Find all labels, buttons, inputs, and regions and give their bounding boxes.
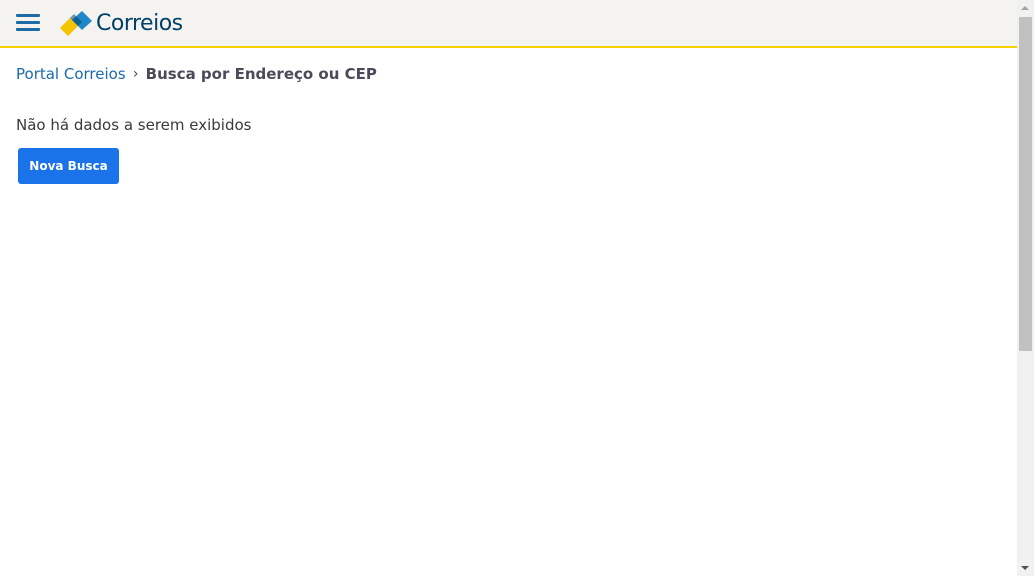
page-viewport: Correios Portal Correios › Busca por End… — [0, 0, 1017, 576]
scroll-up-arrow-icon[interactable] — [1017, 0, 1034, 17]
menu-bar-line — [16, 21, 40, 24]
menu-bar-line — [16, 28, 40, 31]
scroll-down-arrow-icon[interactable] — [1017, 559, 1034, 576]
chevron-right-icon: › — [132, 66, 139, 82]
breadcrumb: Portal Correios › Busca por Endereço ou … — [16, 64, 377, 84]
top-header: Correios — [0, 0, 1017, 48]
scrollbar-thumb[interactable] — [1019, 17, 1032, 351]
logo-wordmark: Correios — [96, 11, 183, 36]
correios-logo[interactable]: Correios — [58, 9, 183, 39]
breadcrumb-home-link[interactable]: Portal Correios — [16, 64, 126, 84]
breadcrumb-current: Busca por Endereço ou CEP — [145, 65, 377, 83]
menu-bar-line — [16, 14, 40, 17]
new-search-button[interactable]: Nova Busca — [18, 148, 119, 184]
hamburger-menu-icon[interactable] — [16, 14, 40, 32]
no-data-message: Não há dados a serem exibidos — [16, 116, 252, 134]
correios-logo-icon — [60, 11, 92, 36]
vertical-scrollbar[interactable] — [1017, 0, 1034, 576]
